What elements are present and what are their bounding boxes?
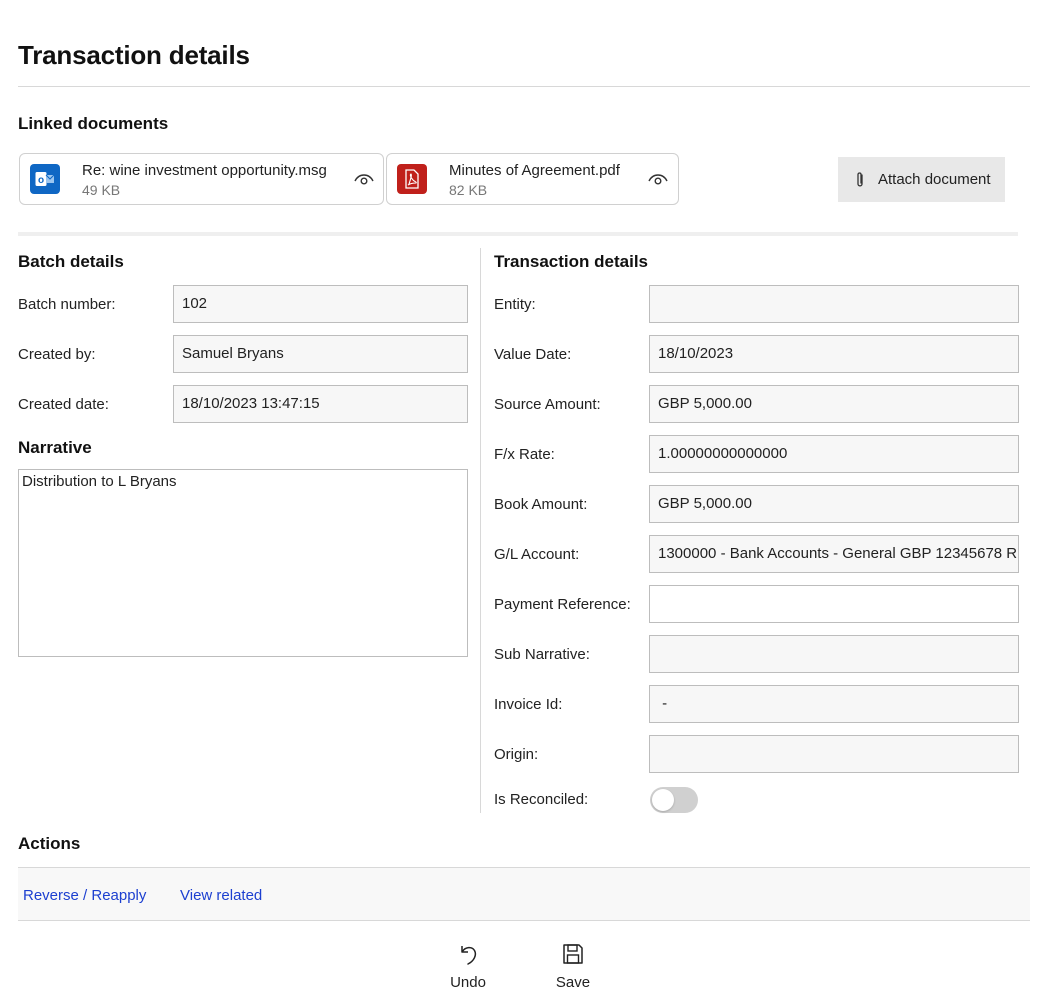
book-amount-label: Book Amount: [494, 496, 588, 513]
save-label: Save [555, 974, 591, 991]
document-size: 82 KB [449, 182, 488, 198]
is-reconciled-toggle[interactable] [650, 787, 698, 813]
value-date-label: Value Date: [494, 346, 572, 363]
batch-number-field[interactable]: 102 [173, 285, 468, 323]
view-icon[interactable] [353, 170, 375, 188]
undo-button[interactable]: Undo [438, 942, 498, 994]
source-amount-field[interactable]: GBP 5,000.00 [649, 385, 1019, 423]
actions-heading: Actions [18, 834, 81, 853]
document-name: Minutes of Agreement.pdf [449, 162, 620, 179]
section-divider [18, 232, 1018, 236]
save-button[interactable]: Save [543, 942, 603, 994]
paperclip-icon [852, 171, 868, 189]
svg-text:o: o [38, 175, 44, 186]
document-card[interactable]: Minutes of Agreement.pdf 82 KB [386, 153, 679, 205]
document-name: Re: wine investment opportunity.msg [82, 162, 327, 179]
title-divider [18, 86, 1030, 87]
document-size: 49 KB [82, 182, 121, 198]
batch-number-label: Batch number: [18, 296, 116, 313]
created-by-field[interactable]: Samuel Bryans [173, 335, 468, 373]
source-amount-label: Source Amount: [494, 396, 601, 413]
fx-rate-label: F/x Rate: [494, 446, 555, 463]
payment-reference-field[interactable] [649, 585, 1019, 623]
created-by-label: Created by: [18, 346, 96, 363]
sub-narrative-label: Sub Narrative: [494, 646, 590, 663]
outlook-icon: o [30, 164, 60, 194]
narrative-textarea[interactable]: Distribution to L Bryans [18, 469, 468, 657]
page-title: Transaction details [18, 40, 250, 70]
undo-label: Undo [450, 974, 486, 991]
actions-bar: Reverse / Reapply View related [18, 867, 1030, 921]
payment-reference-label: Payment Reference: [494, 596, 631, 613]
fx-rate-field[interactable]: 1.00000000000000 [649, 435, 1019, 473]
invoice-id-label: Invoice Id: [494, 696, 563, 713]
narrative-heading: Narrative [18, 438, 92, 457]
entity-field[interactable] [649, 285, 1019, 323]
view-related-link[interactable]: View related [180, 887, 262, 904]
book-amount-field[interactable]: GBP 5,000.00 [649, 485, 1019, 523]
created-date-label: Created date: [18, 396, 109, 413]
view-icon[interactable] [647, 170, 669, 188]
gl-account-label: G/L Account: [494, 546, 580, 563]
undo-icon [457, 942, 479, 966]
attach-document-label: Attach document [878, 171, 991, 188]
transaction-details-heading: Transaction details [494, 252, 648, 271]
entity-label: Entity: [494, 296, 536, 313]
attach-document-button[interactable]: Attach document [838, 157, 1005, 202]
created-date-field[interactable]: 18/10/2023 13:47:15 [173, 385, 468, 423]
is-reconciled-label: Is Reconciled: [494, 791, 589, 808]
save-icon [562, 942, 584, 966]
gl-account-field[interactable]: 1300000 - Bank Accounts - General GBP 12… [649, 535, 1019, 573]
pdf-icon [397, 164, 427, 194]
sub-narrative-field[interactable] [649, 635, 1019, 673]
batch-details-heading: Batch details [18, 252, 124, 271]
reverse-reapply-link[interactable]: Reverse / Reapply [23, 887, 146, 904]
column-divider [480, 248, 481, 813]
toggle-knob [652, 789, 674, 811]
origin-field[interactable] [649, 735, 1019, 773]
document-card[interactable]: o Re: wine investment opportunity.msg 49… [19, 153, 384, 205]
invoice-id-field[interactable]: - [649, 685, 1019, 723]
linked-documents-heading: Linked documents [18, 114, 169, 133]
origin-label: Origin: [494, 746, 539, 763]
value-date-field[interactable]: 18/10/2023 [649, 335, 1019, 373]
